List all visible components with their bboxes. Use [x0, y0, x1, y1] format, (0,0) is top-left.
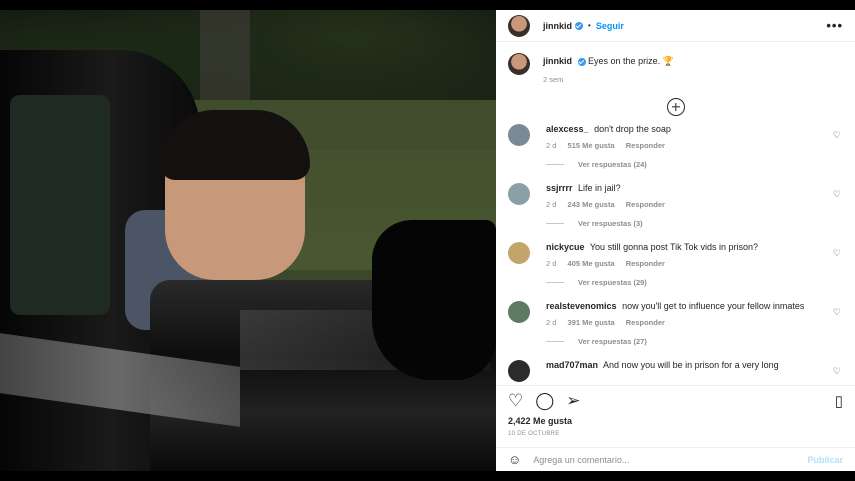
comment-like-heart-icon[interactable]: ♡ [833, 248, 841, 259]
comment-body: alexcess_ don't drop the soap 2 d 515 Me… [546, 124, 816, 177]
more-options-icon[interactable]: ••• [826, 18, 843, 33]
comment-like-heart-icon[interactable]: ♡ [833, 307, 841, 318]
comment-like-count[interactable]: 405 Me gusta [568, 259, 615, 268]
add-comment-bar: ☺ Publicar [496, 447, 855, 471]
emoji-icon[interactable]: ☺ [508, 452, 521, 467]
post-header: jinnkid • Seguir ••• [496, 10, 855, 42]
load-more-comments [508, 98, 843, 116]
instagram-post-frame: jinnkid • Seguir ••• jinnkid Eyes on the… [0, 10, 855, 471]
comment-item: realstevenomics now you'll get to influe… [508, 301, 843, 354]
add-comment-input[interactable] [533, 454, 808, 465]
post-date: 10 DE OCTUBRE [508, 431, 560, 437]
action-icons: ♡ ◯ ➢ ▯ [508, 386, 843, 416]
post-photo[interactable] [0, 10, 496, 471]
verified-badge-icon [575, 21, 583, 30]
like-count[interactable]: 2,422 Me gusta [508, 416, 843, 426]
reply-button[interactable]: Responder [626, 141, 665, 150]
commenter-username[interactable]: alexcess_ [546, 124, 589, 134]
comment-meta: 2 d 515 Me gusta Responder [546, 141, 816, 150]
post-comment-button[interactable]: Publicar [807, 455, 843, 465]
comment-time: 2 d [546, 141, 557, 150]
commenter-username[interactable]: realstevenomics [546, 301, 617, 311]
comment-item: mad707man And now you will be in prison … [508, 360, 843, 382]
comment-item: alexcess_ don't drop the soap 2 d 515 Me… [508, 124, 843, 177]
reply-button[interactable]: Responder [626, 259, 665, 268]
post-caption: jinnkid Eyes on the prize. 🏆 2 sem [508, 42, 843, 84]
view-replies-button[interactable]: Ver respuestas (3) [546, 219, 816, 228]
comment-like-count[interactable]: 391 Me gusta [568, 318, 615, 327]
photo-car-window [10, 95, 110, 315]
comment-like-heart-icon[interactable]: ♡ [833, 366, 841, 377]
view-replies-button[interactable]: Ver respuestas (29) [546, 278, 816, 287]
commenter-avatar[interactable] [508, 301, 530, 323]
caption-verified-badge-icon [577, 57, 586, 66]
comment-meta [546, 377, 816, 382]
comment-meta: 2 d 405 Me gusta Responder [546, 259, 816, 268]
comment-body: realstevenomics now you'll get to influe… [546, 301, 816, 354]
view-replies-button[interactable]: Ver respuestas (24) [546, 160, 816, 169]
comment-item: nickycue You still gonna post Tik Tok vi… [508, 242, 843, 295]
caption-author-avatar[interactable] [508, 53, 530, 75]
caption-text: Eyes on the prize. 🏆 [588, 56, 674, 66]
commenter-avatar[interactable] [508, 360, 530, 382]
comment-text: now you'll get to influence your fellow … [622, 301, 805, 311]
caption-body: jinnkid Eyes on the prize. 🏆 2 sem [543, 53, 674, 84]
post-actions: ♡ ◯ ➢ ▯ 2,422 Me gusta 10 DE OCTUBRE [496, 385, 855, 437]
commenter-username[interactable]: nickycue [546, 242, 585, 252]
author-username[interactable]: jinnkid [543, 21, 572, 31]
comment-like-count[interactable]: 243 Me gusta [568, 200, 615, 209]
comment-text: And now you will be in prison for a very… [603, 360, 779, 370]
comment-meta: 2 d 243 Me gusta Responder [546, 200, 816, 209]
comment-time: 2 d [546, 259, 557, 268]
comment-like-heart-icon[interactable]: ♡ [833, 130, 841, 141]
separator-dot: • [588, 21, 591, 30]
follow-button[interactable]: Seguir [596, 21, 624, 31]
view-replies-button[interactable]: Ver respuestas (27) [546, 337, 816, 346]
comments-scroll-area[interactable]: jinnkid Eyes on the prize. 🏆 2 sem alexc… [496, 42, 855, 382]
caption-time: 2 sem [543, 75, 564, 84]
photo-tree-trunk [200, 10, 250, 100]
photo-side-mirror [372, 220, 496, 380]
comment-body: nickycue You still gonna post Tik Tok vi… [546, 242, 816, 295]
commenter-avatar[interactable] [508, 124, 530, 146]
comment-text-line: ssjrrrr Life in jail? [546, 183, 816, 194]
photo-hair [160, 110, 310, 180]
comment-list: alexcess_ don't drop the soap 2 d 515 Me… [508, 124, 843, 382]
reply-button[interactable]: Responder [626, 200, 665, 209]
author-avatar[interactable] [508, 14, 530, 37]
comment-text-line: mad707man And now you will be in prison … [546, 360, 816, 371]
post-side-panel: jinnkid • Seguir ••• jinnkid Eyes on the… [496, 10, 855, 471]
share-paper-plane-icon[interactable]: ➢ [566, 391, 580, 411]
comment-text: don't drop the soap [594, 124, 671, 134]
comment-like-heart-icon[interactable]: ♡ [833, 189, 841, 200]
comment-text-line: realstevenomics now you'll get to influe… [546, 301, 816, 312]
comment-time: 2 d [546, 318, 557, 327]
comment-text-line: nickycue You still gonna post Tik Tok vi… [546, 242, 816, 253]
comment-text: Life in jail? [578, 183, 621, 193]
commenter-username[interactable]: ssjrrrr [546, 183, 573, 193]
comment-time: 2 d [546, 200, 557, 209]
comment-like-count[interactable]: 515 Me gusta [568, 141, 615, 150]
caption-line: jinnkid Eyes on the prize. 🏆 [543, 53, 674, 69]
comment-meta: 2 d 391 Me gusta Responder [546, 318, 816, 327]
comment-bubble-icon[interactable]: ◯ [535, 391, 554, 411]
caption-username[interactable]: jinnkid [543, 56, 572, 66]
reply-button[interactable]: Responder [626, 318, 665, 327]
commenter-username[interactable]: mad707man [546, 360, 598, 370]
comment-item: ssjrrrr Life in jail? 2 d 243 Me gusta R… [508, 183, 843, 236]
save-bookmark-icon[interactable]: ▯ [835, 392, 843, 410]
comment-text: You still gonna post Tik Tok vids in pri… [589, 242, 758, 252]
comment-text-line: alexcess_ don't drop the soap [546, 124, 816, 135]
plus-circle-icon[interactable] [666, 98, 685, 116]
comment-body: ssjrrrr Life in jail? 2 d 243 Me gusta R… [546, 183, 816, 236]
comment-body: mad707man And now you will be in prison … [546, 360, 816, 382]
commenter-avatar[interactable] [508, 242, 530, 264]
like-heart-icon[interactable]: ♡ [508, 391, 523, 411]
commenter-avatar[interactable] [508, 183, 530, 205]
